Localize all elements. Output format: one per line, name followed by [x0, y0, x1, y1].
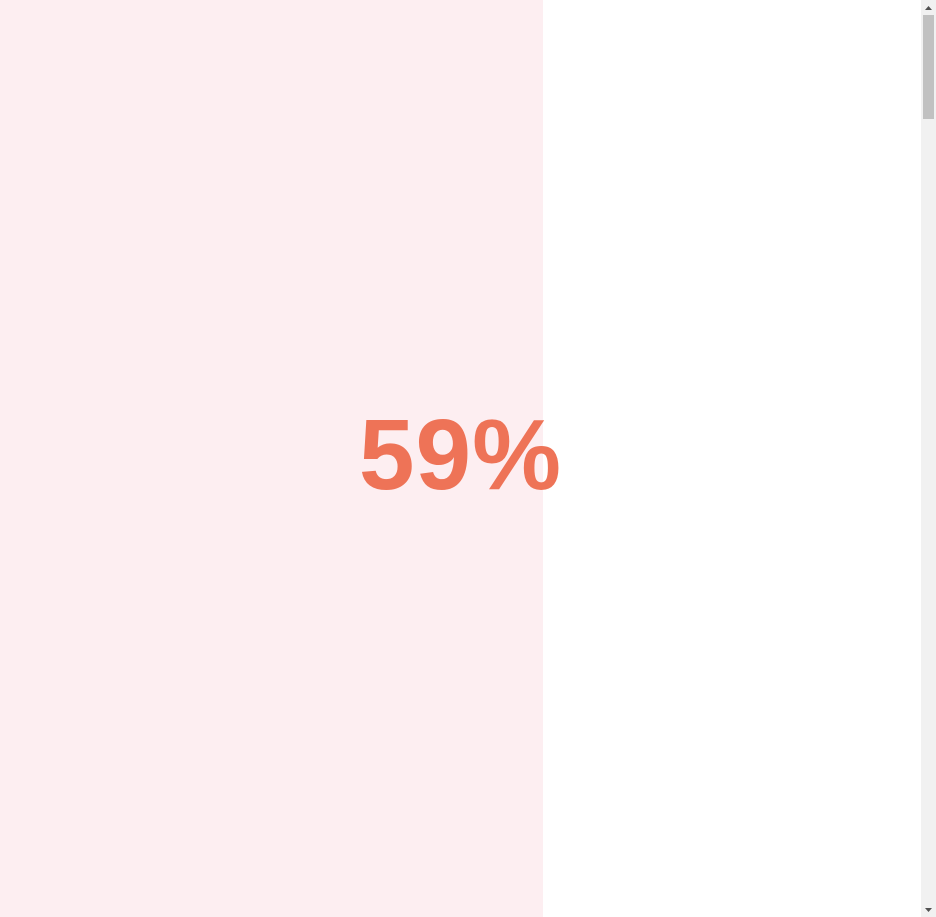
- scroll-down-button[interactable]: [921, 902, 936, 917]
- page-viewport: 59%: [0, 0, 921, 917]
- scroll-thumb[interactable]: [923, 15, 934, 119]
- triangle-down-icon: [925, 907, 932, 912]
- vertical-scrollbar[interactable]: [921, 0, 936, 917]
- progress-percentage: 59%: [358, 399, 563, 511]
- scroll-up-button[interactable]: [921, 0, 936, 15]
- triangle-up-icon: [925, 5, 932, 10]
